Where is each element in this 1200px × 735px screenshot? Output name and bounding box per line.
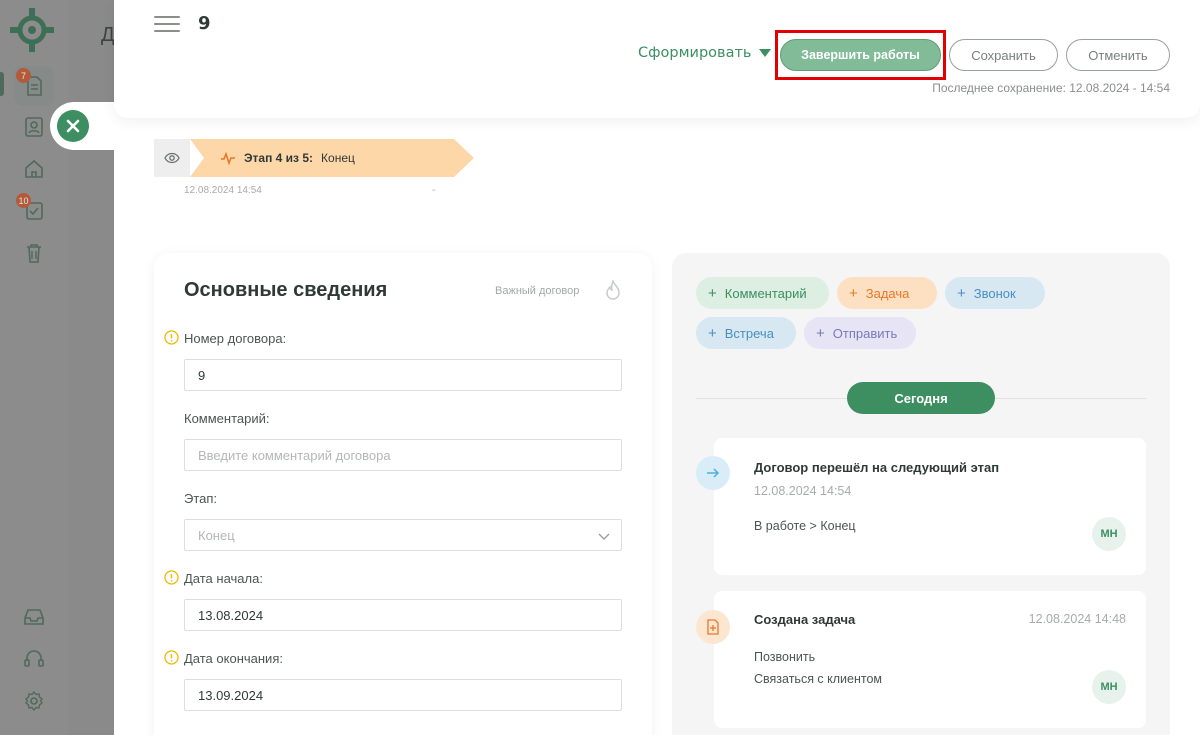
end-date-label: Дата окончания:: [184, 651, 283, 666]
event-text: В работе > Конец: [754, 519, 856, 533]
plus-icon: +: [849, 284, 858, 302]
sidebar-item-home[interactable]: [14, 149, 54, 189]
today-marker: Сегодня: [847, 382, 995, 414]
tasks-badge: 10: [16, 193, 31, 208]
contract-number: 9: [198, 13, 211, 34]
support-icon: [24, 650, 44, 667]
add-call-button[interactable]: + Звонок: [945, 277, 1045, 309]
add-meeting-button[interactable]: + Встреча: [696, 317, 796, 349]
contracts-badge: 7: [16, 68, 31, 83]
eye-icon: [164, 152, 180, 164]
cancel-button[interactable]: Отменить: [1066, 39, 1170, 71]
finish-work-button[interactable]: Завершить работы: [780, 39, 941, 71]
plus-icon: +: [708, 324, 717, 342]
send-label: Отправить: [832, 325, 898, 341]
sidebar-item-inbox[interactable]: [14, 597, 54, 637]
add-comment-button[interactable]: + Комментарий: [696, 277, 829, 309]
stage-view-toggle[interactable]: [154, 139, 190, 177]
stage-indicator[interactable]: Этап 4 из 5: Конец: [190, 139, 474, 177]
main-info-card: Основные сведения Важный договор Номер д…: [154, 253, 652, 735]
event-title: Создана задача: [754, 612, 856, 627]
close-icon: [66, 119, 80, 133]
task-add-icon: [707, 619, 719, 635]
timeline-event: Создана задача 12.08.2024 14:48 Позвонит…: [714, 591, 1146, 728]
stage-name: Конец: [321, 151, 355, 165]
logo-icon: [10, 8, 54, 52]
add-comment-label: Комментарий: [724, 285, 807, 301]
trash-icon: [27, 244, 41, 263]
save-button[interactable]: Сохранить: [949, 39, 1058, 71]
add-call-label: Звонок: [973, 285, 1016, 301]
arrow-right-icon: [707, 468, 720, 478]
start-date-input[interactable]: 13.08.2024: [184, 599, 622, 631]
close-button[interactable]: [57, 110, 89, 142]
comment-label: Комментарий:: [184, 411, 270, 426]
stage-change-event-icon: [696, 456, 730, 490]
activity-pulse-icon: [221, 151, 235, 165]
activity-card: + Комментарий + Задача + Звонок + Встреча + О…: [672, 253, 1170, 735]
menu-icon[interactable]: [154, 16, 180, 34]
plus-icon: +: [957, 284, 966, 302]
add-task-label: Задача: [865, 285, 910, 301]
contract-panel: 9 Сформировать Завершить работы Сохранит…: [114, 0, 1200, 735]
sidebar-item-support[interactable]: [14, 639, 54, 679]
event-date: 12.08.2024 14:48: [1028, 612, 1126, 626]
home-icon: [25, 159, 43, 178]
warning-icon: [164, 570, 179, 585]
comment-input[interactable]: Введите комментарий договора: [184, 439, 622, 471]
avatar: МН: [1092, 670, 1126, 704]
stage-date: 12.08.2024 14:54: [184, 185, 262, 196]
warning-icon: [164, 330, 179, 345]
last-saved-text: Последнее сохранение: 12.08.2024 - 14:54: [932, 81, 1170, 95]
plus-icon: +: [708, 284, 717, 302]
end-date-input[interactable]: 13.09.2024: [184, 679, 622, 711]
event-task-description: Связаться с клиентом: [754, 672, 883, 686]
contacts-icon: [25, 117, 43, 137]
sidebar-item-tasks[interactable]: 10: [14, 191, 54, 231]
generate-dropdown-button[interactable]: Сформировать: [638, 45, 772, 61]
fire-icon[interactable]: [604, 280, 622, 302]
stage-select[interactable]: Конец: [184, 519, 622, 551]
contract-number-label: Номер договора:: [184, 331, 287, 346]
timeline-event: Договор перешёл на следующий этап 12.08.…: [714, 438, 1146, 575]
task-event-icon: [696, 610, 730, 644]
stage-end-date: -: [432, 185, 436, 196]
send-button[interactable]: + Отправить: [804, 317, 916, 349]
important-contract-label: Важный договор: [495, 285, 580, 297]
stage-select-value: Конец: [198, 527, 235, 543]
event-task-name: Позвонить: [754, 650, 816, 664]
generate-label: Сформировать: [638, 45, 752, 61]
plus-icon: +: [816, 324, 825, 342]
caret-down-icon: [759, 49, 772, 57]
sidebar-item-settings[interactable]: [14, 681, 54, 721]
panel-header: 9 Сформировать Завершить работы Сохранит…: [114, 0, 1200, 118]
avatar: МН: [1092, 517, 1126, 551]
sidebar-item-contracts[interactable]: 7: [14, 66, 54, 106]
add-meeting-label: Встреча: [724, 325, 774, 341]
chevron-down-icon: [598, 533, 610, 540]
sidebar-item-trash[interactable]: [14, 233, 54, 273]
background-page-title: Д: [101, 24, 115, 46]
event-date: 12.08.2024 14:54: [754, 484, 852, 498]
sidebar-active-indicator: [0, 72, 4, 96]
sidebar-item-contacts[interactable]: [14, 107, 54, 147]
contract-number-input[interactable]: 9: [184, 359, 622, 391]
main-info-title: Основные сведения: [184, 279, 388, 301]
stage-label: Этап:: [184, 491, 218, 506]
start-date-label: Дата начала:: [184, 571, 263, 586]
add-task-button[interactable]: + Задача: [837, 277, 937, 309]
warning-icon: [164, 650, 179, 665]
stage-step-label: Этап 4 из 5:: [244, 151, 314, 165]
settings-icon: [25, 690, 43, 712]
inbox-icon: [24, 609, 44, 625]
event-title: Договор перешёл на следующий этап: [754, 460, 1000, 475]
